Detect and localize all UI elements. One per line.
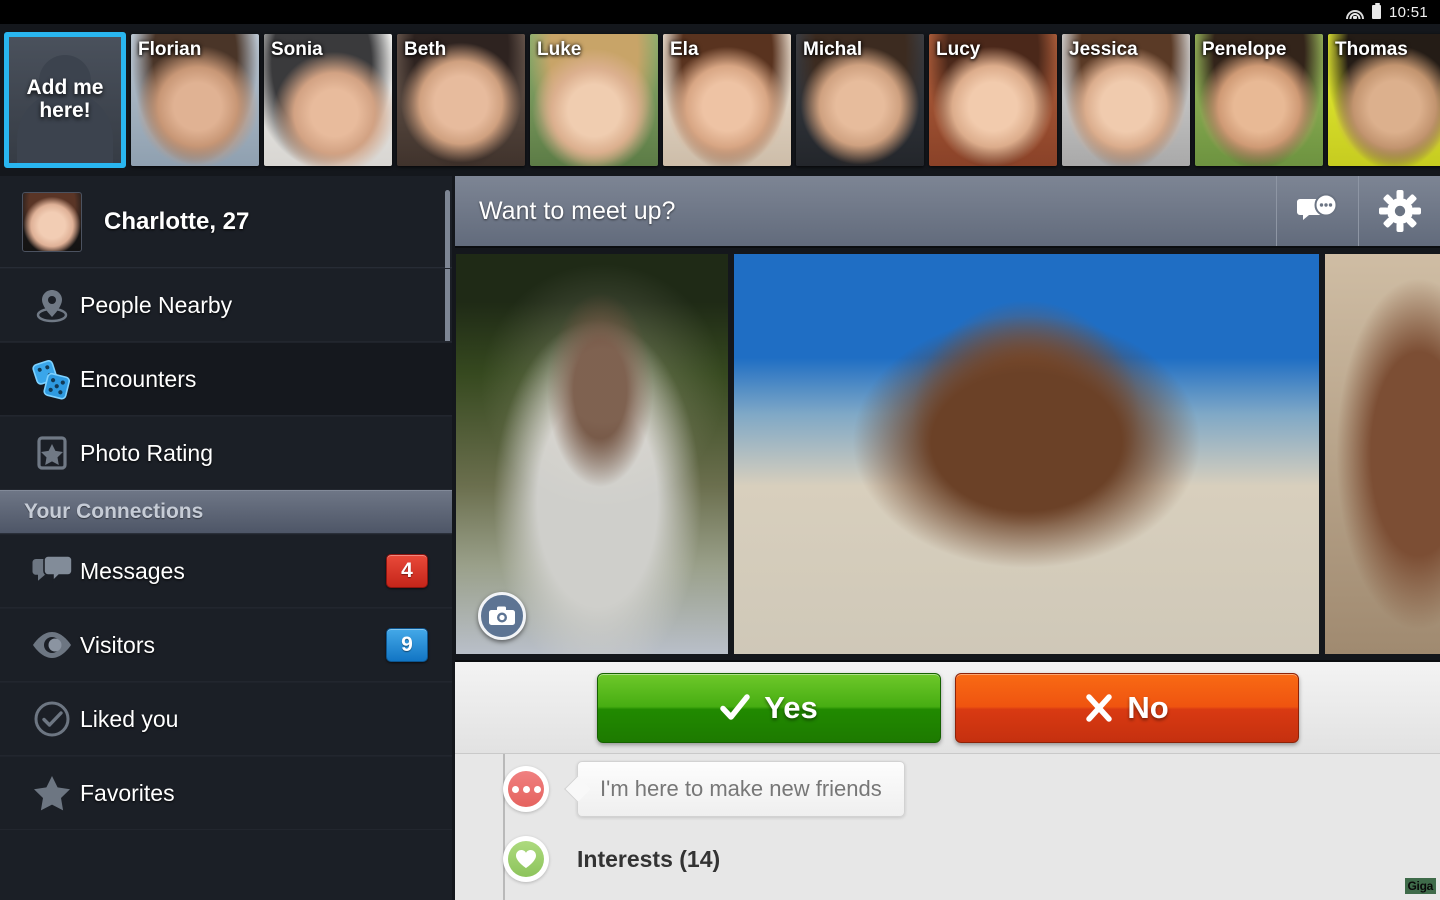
people-photo-strip[interactable]: Add me here! Florian Sonia Beth Luke Ela… [0, 24, 1440, 176]
person-tile[interactable]: Thomas [1328, 34, 1440, 166]
timeline-row-interests[interactable]: Interests (14) [477, 824, 1440, 894]
person-tile[interactable]: Michal [796, 34, 924, 166]
person-tile[interactable]: Beth [397, 34, 525, 166]
eye-icon [24, 629, 80, 661]
camera-icon-button[interactable] [478, 592, 526, 640]
person-name: Lucy [936, 39, 981, 60]
battery-icon [1371, 3, 1381, 19]
close-icon [1085, 693, 1113, 722]
sidebar-item-people-nearby[interactable]: People Nearby [0, 268, 452, 342]
status-bar: 10:51 [0, 0, 1440, 24]
sidebar-item-label: Photo Rating [80, 439, 213, 466]
main-header: Want to meet up? [455, 176, 1440, 248]
settings-button[interactable] [1358, 176, 1440, 246]
timeline-row-quote: I'm here to make new friends [477, 754, 1440, 824]
gear-icon [1378, 190, 1421, 232]
person-tile[interactable]: Sonia [264, 34, 392, 166]
add-me-label: Add me here! [26, 76, 104, 122]
person-name: Ela [670, 39, 699, 60]
dots-icon-badge [503, 766, 549, 812]
profile-photo-gallery[interactable] [455, 248, 1440, 660]
profile-photo[interactable] [456, 254, 728, 654]
sidebar-item-encounters[interactable]: Encounters [0, 342, 452, 416]
my-profile-row[interactable]: Charlotte, 27 [0, 176, 452, 268]
heart-icon [508, 841, 544, 877]
status-badge: 9 [386, 628, 428, 662]
person-tile[interactable]: Ela [663, 34, 791, 166]
sidebar-item-label: Favorites [80, 779, 175, 806]
sidebar-section-header: Your Connections [0, 490, 452, 534]
sidebar-item-photo-rating[interactable]: Photo Rating [0, 416, 452, 490]
sidebar-item-visitors[interactable]: Visitors 9 [0, 608, 452, 682]
star-icon [24, 773, 80, 813]
profile-quote-bubble: I'm here to make new friends [577, 761, 905, 817]
person-name: Beth [404, 39, 447, 60]
sidebar-item-label: People Nearby [80, 291, 233, 318]
person-name: Luke [537, 39, 582, 60]
sidebar-item-label: Liked you [80, 705, 179, 732]
sidebar-item-label: Messages [80, 557, 185, 584]
avatar [22, 191, 82, 252]
heart-icon-badge [503, 836, 549, 882]
camera-icon [489, 606, 515, 626]
check-icon [720, 693, 751, 722]
yes-button[interactable]: Yes [597, 672, 941, 743]
add-me-line2: here! [39, 99, 91, 122]
sidebar-item-messages[interactable]: Messages 4 [0, 534, 452, 608]
add-me-line1: Add me [26, 76, 104, 100]
person-tile[interactable]: Lucy [929, 34, 1057, 166]
main-panel: Want to meet up? Yes No I'm here to make… [455, 176, 1440, 900]
sidebar: Charlotte, 27 People Nearby Encounters P… [0, 176, 452, 900]
no-button[interactable]: No [955, 672, 1299, 743]
person-tile[interactable]: Jessica [1062, 34, 1190, 166]
sidebar-item-liked-you[interactable]: Liked you [0, 682, 452, 756]
sidebar-item-label: Encounters [80, 365, 197, 392]
status-time: 10:51 [1388, 3, 1428, 21]
page-title: Want to meet up? [479, 196, 676, 225]
profile-photo[interactable] [1325, 254, 1440, 654]
person-tile[interactable]: Florian [131, 34, 259, 166]
interests-label: Interests (14) [577, 845, 721, 872]
chat-bubbles-icon [24, 554, 80, 588]
profile-photo[interactable] [734, 254, 1319, 654]
no-label: No [1127, 689, 1169, 725]
dots-icon [508, 771, 544, 807]
check-circle-icon [24, 699, 80, 739]
person-tile[interactable]: Penelope [1195, 34, 1323, 166]
chat-icon [1296, 192, 1340, 230]
status-badge: 4 [386, 554, 428, 588]
person-name: Penelope [1202, 39, 1287, 60]
person-name: Jessica [1069, 39, 1138, 60]
yes-label: Yes [764, 689, 818, 725]
wifi-icon [1345, 5, 1364, 19]
location-pin-icon [24, 285, 80, 325]
person-name: Sonia [271, 39, 323, 60]
profile-timeline: I'm here to make new friends Interests (… [455, 754, 1440, 900]
star-frame-icon [24, 433, 80, 473]
add-me-here-tile[interactable]: Add me here! [4, 32, 126, 168]
dice-icon [24, 357, 80, 401]
person-name: Michal [803, 39, 863, 60]
watermark: Giga [1404, 878, 1436, 894]
profile-name-age: Charlotte, 27 [104, 207, 250, 235]
sidebar-item-label: Visitors [80, 631, 155, 658]
app-root: 10:51 Add me here! Florian Sonia Beth Lu… [0, 0, 1440, 900]
vote-bar: Yes No [455, 660, 1440, 754]
person-name: Thomas [1335, 39, 1408, 60]
chat-icon-button[interactable] [1276, 176, 1358, 246]
person-tile[interactable]: Luke [530, 34, 658, 166]
sidebar-item-favorites[interactable]: Favorites [0, 756, 452, 830]
person-name: Florian [138, 39, 202, 60]
